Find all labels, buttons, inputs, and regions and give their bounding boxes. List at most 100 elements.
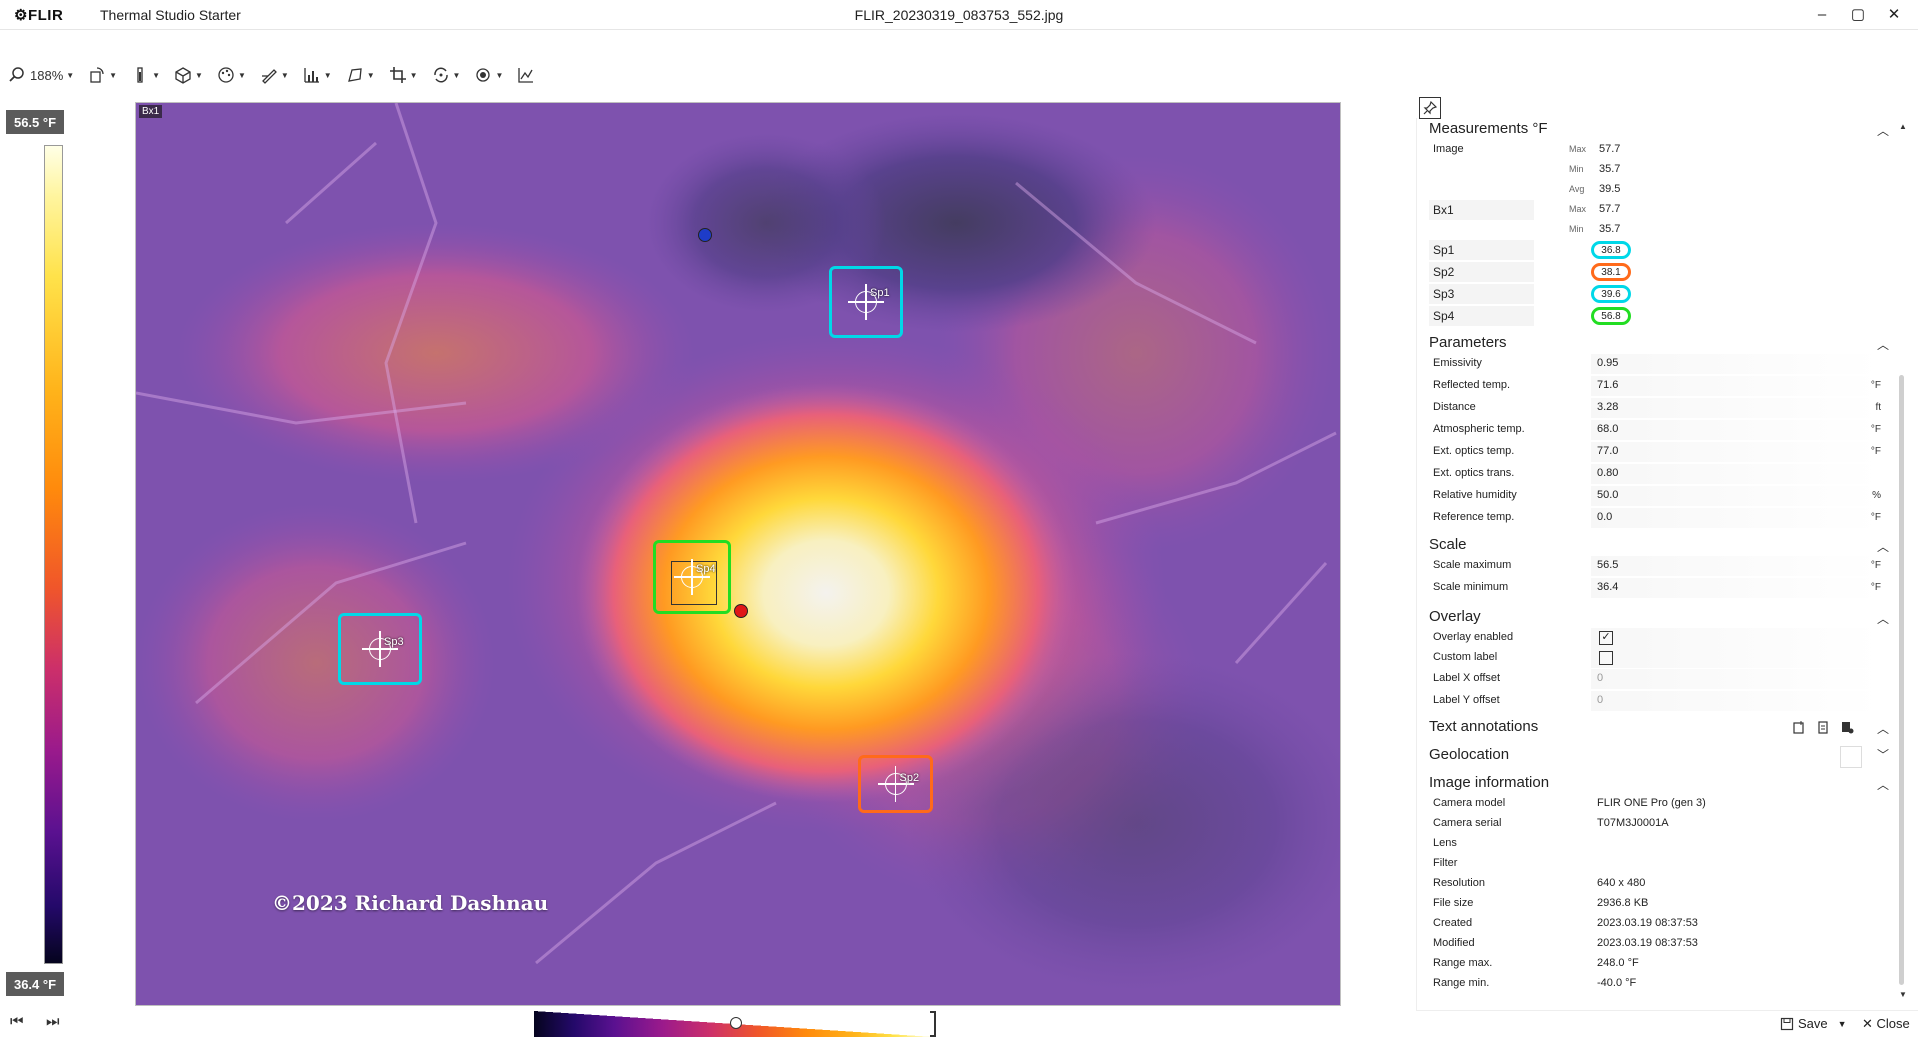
chevron-up-icon[interactable]: ︿ (1877, 720, 1889, 737)
scroll-down-icon[interactable]: ▼ (1899, 990, 1907, 999)
thermal-image-area[interactable]: Bx1 Sp1 Sp4 Sp3 Sp2 ©2023 Richard Dashna… (135, 102, 1341, 1006)
unit-label: °F (1870, 446, 1881, 457)
measurements-header[interactable]: Measurements °F (1429, 120, 1548, 137)
zoom-level: 188% (30, 67, 64, 83)
pen-icon (261, 69, 277, 84)
value-field[interactable]: 0.0 (1597, 511, 1612, 523)
unit-label: °F (1870, 560, 1881, 571)
cold-spot-marker (698, 228, 712, 242)
zoom-dropdown[interactable]: 188% ▼ (8, 62, 74, 88)
value-field: 640 x 480 (1597, 877, 1646, 889)
spot-value-badge: 36.8 (1591, 241, 1631, 259)
scale-header[interactable]: Scale (1429, 536, 1467, 553)
spot-row-sp1[interactable]: Sp1 36.8 (1429, 240, 1881, 260)
label-x-offset-input[interactable]: 0 (1597, 672, 1603, 684)
spot-sp1[interactable]: Sp1 (829, 266, 903, 338)
histogram-end-bracket[interactable] (930, 1011, 936, 1037)
image-information-header[interactable]: Image information (1429, 774, 1549, 791)
scale-max-label[interactable]: 56.5 °F (6, 110, 64, 134)
label-x-offset-row: Label X offset 0 (1429, 669, 1881, 689)
value-field[interactable]: 36.4 (1597, 581, 1618, 593)
close-icon: ✕ (1887, 6, 1901, 23)
value-field[interactable]: 68.0 (1597, 423, 1618, 435)
box-min-row: Min 35.7 (1569, 223, 1621, 235)
measure-tool-button[interactable]: ▼ (131, 62, 160, 88)
add-note-icon[interactable] (1792, 720, 1806, 734)
plot-tool-button[interactable] (517, 62, 535, 88)
chevron-up-icon[interactable]: ︿ (1877, 538, 1889, 555)
close-button[interactable]: ✕ Close (1862, 1016, 1910, 1032)
value-field[interactable]: 50.0 (1597, 489, 1618, 501)
voice-note-icon[interactable] (1840, 720, 1854, 734)
overlay-enabled-checkbox[interactable]: ✓ (1599, 631, 1613, 645)
value-field[interactable]: 0.80 (1597, 467, 1618, 479)
spot-label: Sp3 (384, 636, 404, 648)
scale-min-label[interactable]: 36.4 °F (6, 972, 64, 996)
copyright-watermark: ©2023 Richard Dashnau (272, 891, 549, 915)
color-scale-bar[interactable] (44, 145, 63, 964)
histogram-slider[interactable] (534, 1011, 936, 1037)
chevron-down-icon[interactable]: ▼ (1838, 1019, 1847, 1029)
scroll-up-icon[interactable]: ▲ (1899, 122, 1907, 131)
crop-tool-button[interactable]: ▼ (389, 62, 418, 88)
next-image-button[interactable]: ⏭ (46, 1013, 60, 1030)
value-field[interactable]: 77.0 (1597, 445, 1618, 457)
close-label: Close (1876, 1016, 1910, 1031)
spot-sp3[interactable]: Sp3 (338, 613, 422, 685)
minimize-icon: – (1817, 5, 1827, 23)
range-max-row: Range max. 248.0 °F (1433, 957, 1639, 969)
spot-row-sp4[interactable]: Sp4 56.8 (1429, 306, 1881, 326)
histogram-handle[interactable] (730, 1017, 742, 1029)
thermometer-icon (137, 67, 143, 83)
draw-tool-button[interactable]: ▼ (260, 62, 289, 88)
clipboard-icon[interactable] (1816, 720, 1830, 734)
image-min-row: Min 35.7 (1569, 163, 1621, 175)
chart-tool-button[interactable]: ▼ (303, 62, 332, 88)
box-max-row[interactable]: Bx1 Max 57.7 (1429, 200, 1881, 220)
spot-row-sp2[interactable]: Sp2 38.1 (1429, 262, 1881, 282)
chevron-up-icon[interactable]: ︿ (1877, 776, 1889, 793)
minimize-button[interactable]: – (1808, 3, 1836, 25)
spot-sp4[interactable]: Sp4 (653, 540, 731, 614)
map-button[interactable] (1840, 746, 1862, 768)
custom-label-checkbox[interactable] (1599, 651, 1613, 665)
camera-model-row: Camera model FLIR ONE Pro (gen 3) (1433, 797, 1706, 809)
value-field[interactable]: 56.5 (1597, 559, 1618, 571)
palette-tool-button[interactable]: ▼ (217, 62, 246, 88)
close-window-button[interactable]: ✕ (1880, 3, 1908, 25)
chevron-up-icon[interactable]: ︿ (1877, 610, 1889, 627)
crop-icon (389, 67, 406, 83)
parameters-header[interactable]: Parameters (1429, 334, 1507, 351)
overlay-header[interactable]: Overlay (1429, 608, 1481, 625)
value-field[interactable]: 71.6 (1597, 379, 1618, 391)
value-field[interactable]: 3.28 (1597, 401, 1618, 413)
transform-tool-button[interactable]: ▼ (346, 62, 375, 88)
chevron-down-icon[interactable]: ﹀ (1877, 746, 1889, 763)
geolocation-header[interactable]: Geolocation (1429, 746, 1509, 763)
fusion-tool-button[interactable]: ▼ (432, 62, 460, 88)
refresh-icon (433, 67, 448, 83)
label-y-offset-input[interactable]: 0 (1597, 694, 1603, 706)
chevron-up-icon[interactable]: ︿ (1877, 336, 1889, 353)
hot-spot-marker (734, 604, 748, 618)
spot-row-sp3[interactable]: Sp3 39.6 (1429, 284, 1881, 304)
filter-icon (476, 68, 491, 82)
object-tool-button[interactable]: ▼ (174, 62, 203, 88)
value-field[interactable]: 0.95 (1597, 357, 1618, 369)
spot-label: Sp4 (696, 563, 716, 575)
image-avg-row: Avg 39.5 (1569, 183, 1621, 195)
rotate-tool-button[interactable]: ▼ (88, 62, 117, 88)
previous-image-button[interactable]: ⏮ (10, 1013, 24, 1030)
annotation-tools (1792, 720, 1854, 734)
filter-tool-button[interactable]: ▼ (474, 62, 503, 88)
scrollbar-thumb[interactable] (1899, 375, 1904, 985)
maximize-button[interactable]: ▢ (1844, 3, 1872, 25)
pin-button[interactable] (1419, 97, 1441, 119)
close-icon: ✕ (1862, 1016, 1873, 1031)
value-field: 2023.03.19 08:37:53 (1597, 917, 1698, 929)
text-annotations-header[interactable]: Text annotations (1429, 718, 1538, 735)
spot-sp2[interactable]: Sp2 (858, 755, 933, 813)
spot-value-badge: 56.8 (1591, 307, 1631, 325)
chevron-up-icon[interactable]: ︿ (1877, 122, 1889, 139)
save-button[interactable]: Save ▼ (1780, 1016, 1847, 1031)
